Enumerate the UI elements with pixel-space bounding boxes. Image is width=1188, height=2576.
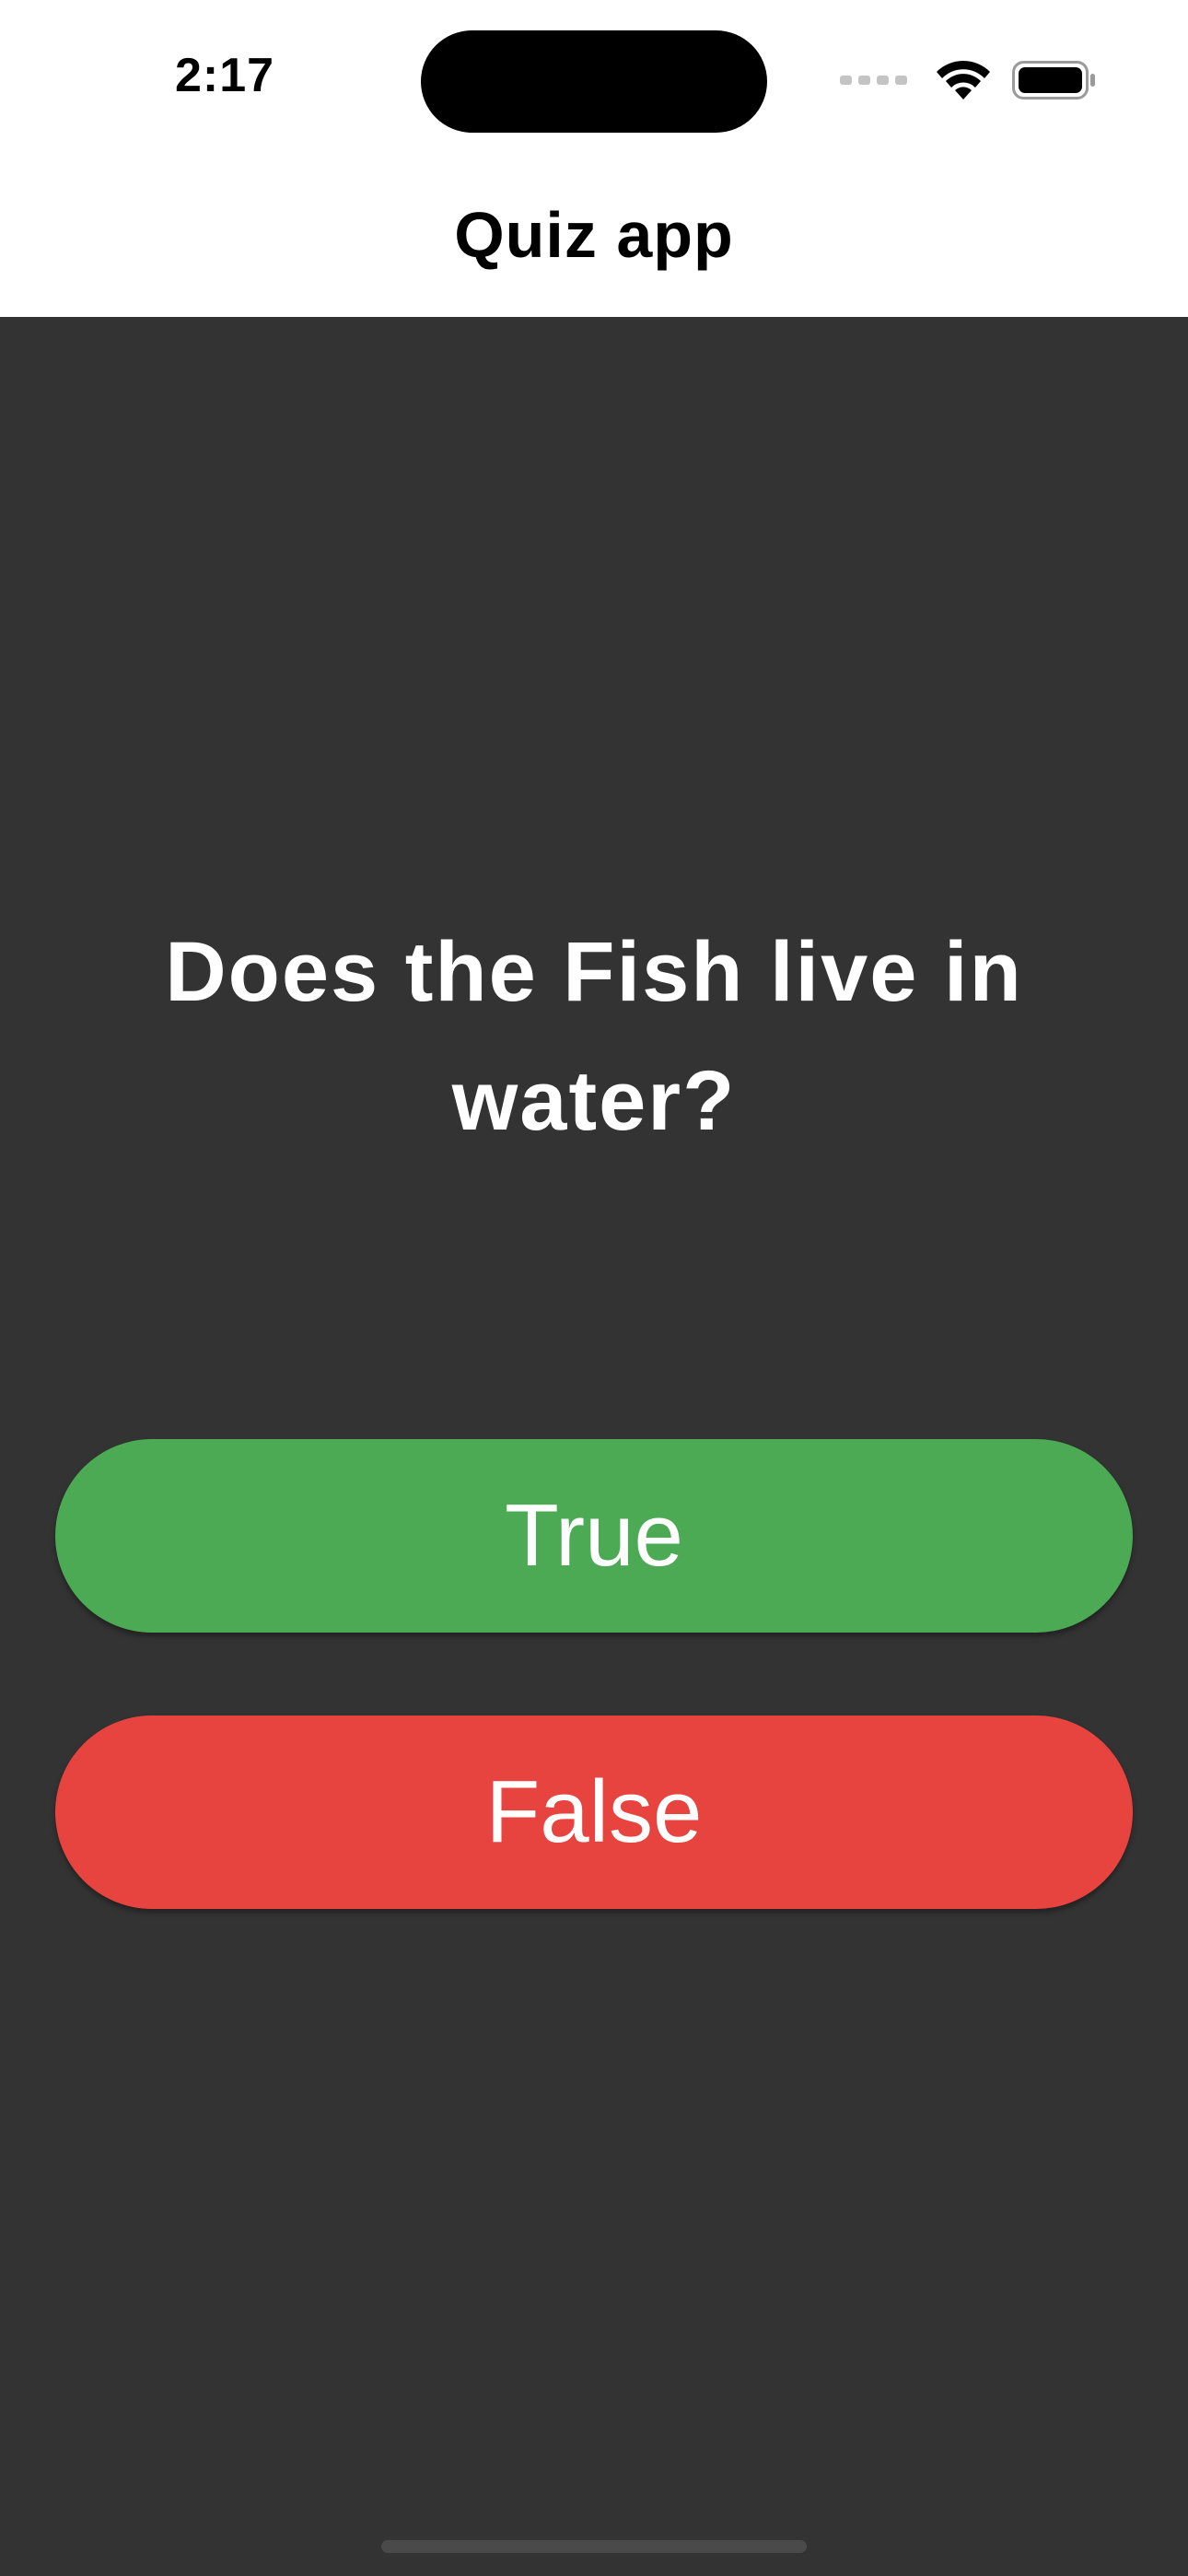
status-bar: 2:17 [0,0,1188,158]
true-button[interactable]: True [55,1439,1133,1633]
cellular-signal-icon [840,76,907,85]
wifi-icon [937,60,990,100]
status-time: 2:17 [175,49,275,102]
status-icons [840,59,1097,101]
false-button[interactable]: False [55,1715,1133,1909]
home-indicator[interactable] [381,2540,807,2553]
battery-icon [1012,61,1095,100]
question-text: Does the Fish live in water? [165,925,1023,1148]
header-area: 2:17 Quiz app [0,0,1188,317]
page-title: Quiz app [454,199,734,271]
dynamic-island [421,30,767,133]
